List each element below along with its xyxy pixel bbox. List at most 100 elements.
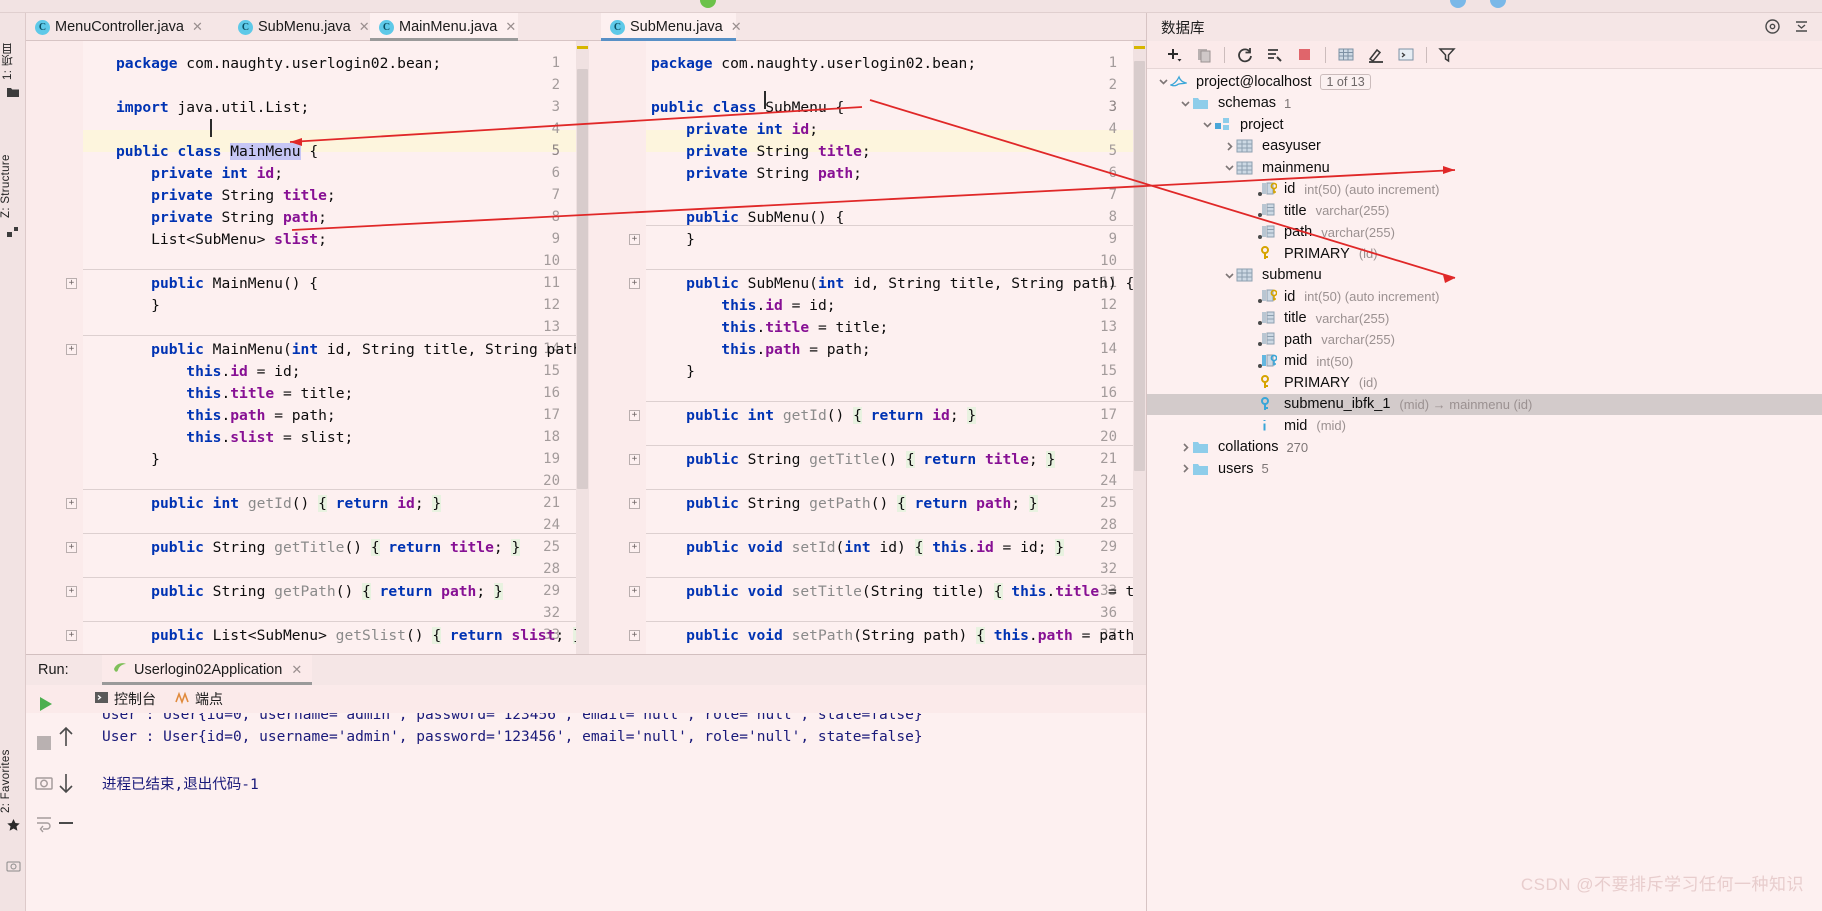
chevron-right-icon[interactable] xyxy=(1179,462,1192,475)
fold-marker[interactable]: + xyxy=(629,278,640,289)
db-tree-node-path[interactable]: path varchar(255) xyxy=(1147,222,1822,243)
chevron-right-icon[interactable] xyxy=(1223,140,1236,153)
editor-scrollbar-thumb[interactable] xyxy=(577,69,588,489)
camera-icon[interactable] xyxy=(6,858,21,872)
soft-wrap-button[interactable] xyxy=(34,813,58,837)
db-tree-node-collations[interactable]: collations 270 xyxy=(1147,437,1822,458)
db-tree-node-mid[interactable]: mid int(50) xyxy=(1147,351,1822,372)
rerun-button[interactable] xyxy=(34,693,58,717)
db-tree-node-submenu[interactable]: submenu xyxy=(1147,265,1822,286)
member-separator xyxy=(646,621,1146,622)
chevron-down-icon[interactable] xyxy=(1157,75,1170,88)
db-tree-node-path[interactable]: path varchar(255) xyxy=(1147,329,1822,350)
line-number: 3 xyxy=(551,99,560,115)
chevron-down-icon[interactable] xyxy=(1223,161,1236,174)
sidebar-item-structure[interactable]: Z: Structure xyxy=(0,108,26,218)
analysis-stripe-right[interactable] xyxy=(1133,41,1146,654)
fold-marker[interactable]: + xyxy=(629,630,640,641)
db-tree-node-title[interactable]: title varchar(255) xyxy=(1147,200,1822,221)
chevron-right-icon[interactable] xyxy=(1179,441,1192,454)
fold-marker[interactable]: + xyxy=(629,498,640,509)
fold-marker[interactable]: + xyxy=(629,542,640,553)
sidebar-item-favorites[interactable]: 2: Favorites xyxy=(0,703,26,813)
copy-icon[interactable] xyxy=(1189,44,1219,66)
db-tree-node-easyuser[interactable]: easyuser xyxy=(1147,136,1822,157)
toolbar-icon[interactable] xyxy=(1450,0,1466,8)
close-icon[interactable]: ✕ xyxy=(505,19,516,35)
db-tree-node-primary[interactable]: PRIMARY (id) xyxy=(1147,243,1822,264)
member-separator xyxy=(83,577,589,578)
db-tree-node-project-localhost[interactable]: project@localhost 1 of 13 xyxy=(1147,71,1822,92)
refresh-icon[interactable] xyxy=(1230,44,1260,66)
chevron-none-icon xyxy=(1245,290,1258,303)
db-tree-node-title[interactable]: title varchar(255) xyxy=(1147,308,1822,329)
tab-submenu-right[interactable]: C SubMenu.java ✕ xyxy=(601,13,742,41)
warning-marker[interactable] xyxy=(577,46,588,49)
spring-boot-icon xyxy=(112,660,128,680)
tab-mainmenu[interactable]: C MainMenu.java ✕ xyxy=(370,13,518,41)
fold-marker[interactable]: + xyxy=(629,410,640,421)
fold-marker[interactable]: + xyxy=(629,586,640,597)
tab-menucontroller[interactable]: C MenuController.java ✕ xyxy=(26,13,211,41)
toolbar-icon[interactable] xyxy=(700,0,716,8)
text-cursor xyxy=(764,91,766,109)
sidebar-item-project[interactable]: 1: 项目 xyxy=(0,18,26,80)
subtab-console[interactable]: 控制台 xyxy=(94,689,156,709)
chevron-down-icon[interactable] xyxy=(1179,97,1192,110)
member-separator xyxy=(646,489,1146,490)
editor-submenu[interactable]: 1 2 3 4 5 6 7 8 9 10 11 12 13 14 15 16 1… xyxy=(589,41,1146,654)
run-configuration-tab[interactable]: Userlogin02Application ✕ xyxy=(102,655,313,685)
db-tree-node-users[interactable]: users 5 xyxy=(1147,458,1822,479)
db-tree-node-primary[interactable]: PRIMARY (id) xyxy=(1147,372,1822,393)
chevron-down-icon[interactable] xyxy=(1223,269,1236,282)
close-icon[interactable]: ✕ xyxy=(359,19,370,35)
collapse-button[interactable] xyxy=(56,813,80,837)
stop-button[interactable] xyxy=(34,733,58,757)
close-icon[interactable]: ✕ xyxy=(291,662,302,678)
chevron-down-icon[interactable] xyxy=(1201,118,1214,131)
warning-marker[interactable] xyxy=(1134,46,1145,49)
subtab-endpoints[interactable]: 端点 xyxy=(174,689,223,709)
line-number: 15 xyxy=(1100,363,1117,379)
db-node-meta: (mid) → mainmenu (id) xyxy=(1399,396,1533,412)
collapse-all-icon[interactable] xyxy=(1793,18,1810,40)
edit-icon[interactable] xyxy=(1361,44,1391,66)
editor-gutter-right[interactable] xyxy=(589,41,646,654)
tab-submenu-left[interactable]: C SubMenu.java ✕ xyxy=(229,13,378,41)
data-source-properties-icon[interactable] xyxy=(1260,44,1290,66)
run-console-output[interactable]: User : User{id=0, username='admin', pass… xyxy=(88,713,1146,911)
db-tree-node-mid[interactable]: mid (mid) xyxy=(1147,415,1822,436)
close-icon[interactable]: ✕ xyxy=(731,19,742,35)
table-icon[interactable] xyxy=(1331,44,1361,66)
fold-marker[interactable]: + xyxy=(66,630,77,641)
print-button[interactable] xyxy=(34,773,58,797)
db-tree-node-mainmenu[interactable]: mainmenu xyxy=(1147,157,1822,178)
db-tree-node-project[interactable]: project xyxy=(1147,114,1822,135)
settings-icon[interactable] xyxy=(1764,18,1781,40)
editor-mainmenu[interactable]: 1 2 3 4 5 6 7 8 9 10 11 12 13 14 15 16 1… xyxy=(26,41,589,654)
db-tree-node-id[interactable]: id int(50) (auto increment) xyxy=(1147,179,1822,200)
stop-icon[interactable] xyxy=(1290,44,1320,66)
db-node-badge: 1 of 13 xyxy=(1320,73,1371,90)
fold-marker[interactable]: + xyxy=(66,344,77,355)
fold-marker[interactable]: + xyxy=(66,498,77,509)
analysis-stripe-left[interactable] xyxy=(576,41,589,654)
query-console-icon[interactable] xyxy=(1391,44,1421,66)
scroll-up-button[interactable] xyxy=(56,725,80,749)
fold-marker[interactable]: + xyxy=(629,234,640,245)
editor-scrollbar-thumb[interactable] xyxy=(1134,61,1145,471)
scroll-down-button[interactable] xyxy=(56,771,80,795)
close-icon[interactable]: ✕ xyxy=(192,19,203,35)
fold-marker[interactable]: + xyxy=(66,278,77,289)
star-icon[interactable] xyxy=(6,818,20,832)
fold-marker[interactable]: + xyxy=(66,586,77,597)
db-tree-node-id[interactable]: id int(50) (auto increment) xyxy=(1147,286,1822,307)
toolbar-icon[interactable] xyxy=(1490,0,1506,8)
db-node-label: mainmenu xyxy=(1262,159,1330,176)
fold-marker[interactable]: + xyxy=(629,454,640,465)
fold-marker[interactable]: + xyxy=(66,542,77,553)
db-tree-node-submenu-ibfk-1[interactable]: submenu_ibfk_1 (mid) → mainmenu (id) xyxy=(1147,393,1822,415)
add-icon[interactable] xyxy=(1159,44,1189,66)
filter-icon[interactable] xyxy=(1432,44,1462,66)
db-tree-node-schemas[interactable]: schemas 1 xyxy=(1147,93,1822,114)
